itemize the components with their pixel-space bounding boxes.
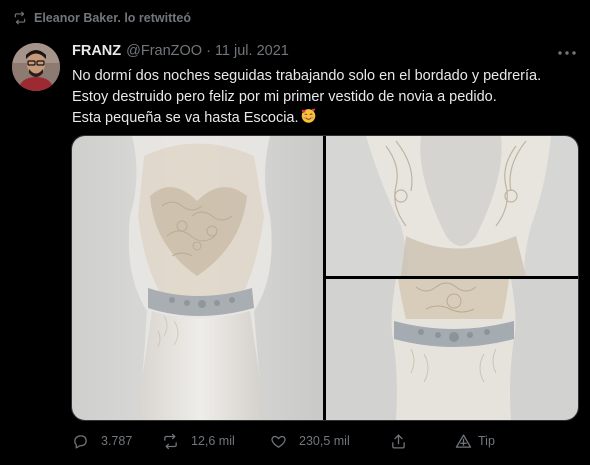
retweet-count: 12,6 mil [191,434,235,448]
retweet-icon [162,433,179,450]
tweet-text-line: No dormí dos noches seguidas trabajando … [72,68,542,84]
action-bar: 3.787 12,6 mil 230,5 mil Tip [72,428,577,454]
reply-button[interactable]: 3.787 [72,428,132,454]
share-button[interactable] [390,428,407,454]
reply-count: 3.787 [101,434,133,448]
smiling-face-with-hearts-icon [300,107,317,131]
tweet-text-line: Estoy destruido pero feliz por mi primer… [72,88,497,105]
like-button[interactable]: 230,5 mil [270,428,350,454]
retweet-banner-text: Eleanor Baker. lo retwitteó [34,11,191,25]
share-icon [390,433,407,450]
media-grid [71,135,579,421]
author-handle[interactable]: @FranZOO [126,43,202,59]
avatar[interactable] [12,43,60,91]
retweet-button[interactable]: 12,6 mil [162,428,235,454]
author-name[interactable]: FRANZ [72,43,121,59]
tip-button[interactable]: Tip [455,428,495,454]
tip-icon [455,433,472,450]
photo-front-view[interactable] [72,136,323,420]
tweet-text: No dormí dos noches seguidas trabajando … [72,66,577,131]
tweet-header: FRANZ @FranZOO · 11 jul. 2021 [72,42,289,60]
retweet-icon [13,11,27,25]
photo-waist-detail[interactable] [326,279,578,420]
like-count: 230,5 mil [299,434,350,448]
separator: · [206,43,211,59]
reply-icon [72,433,89,450]
heart-icon [270,433,287,450]
tweet-text-line: Esta pequeña se va hasta Escocia. [72,107,577,131]
photo-back-view[interactable] [326,136,578,276]
more-icon [558,42,576,60]
more-options-button[interactable] [556,43,578,59]
tweet-text-line-content: Esta pequeña se va hasta Escocia. [72,110,299,126]
tweet-date[interactable]: 11 jul. 2021 [215,43,289,59]
tip-label: Tip [478,434,495,448]
retweet-banner[interactable]: Eleanor Baker. lo retwitteó [14,10,191,26]
